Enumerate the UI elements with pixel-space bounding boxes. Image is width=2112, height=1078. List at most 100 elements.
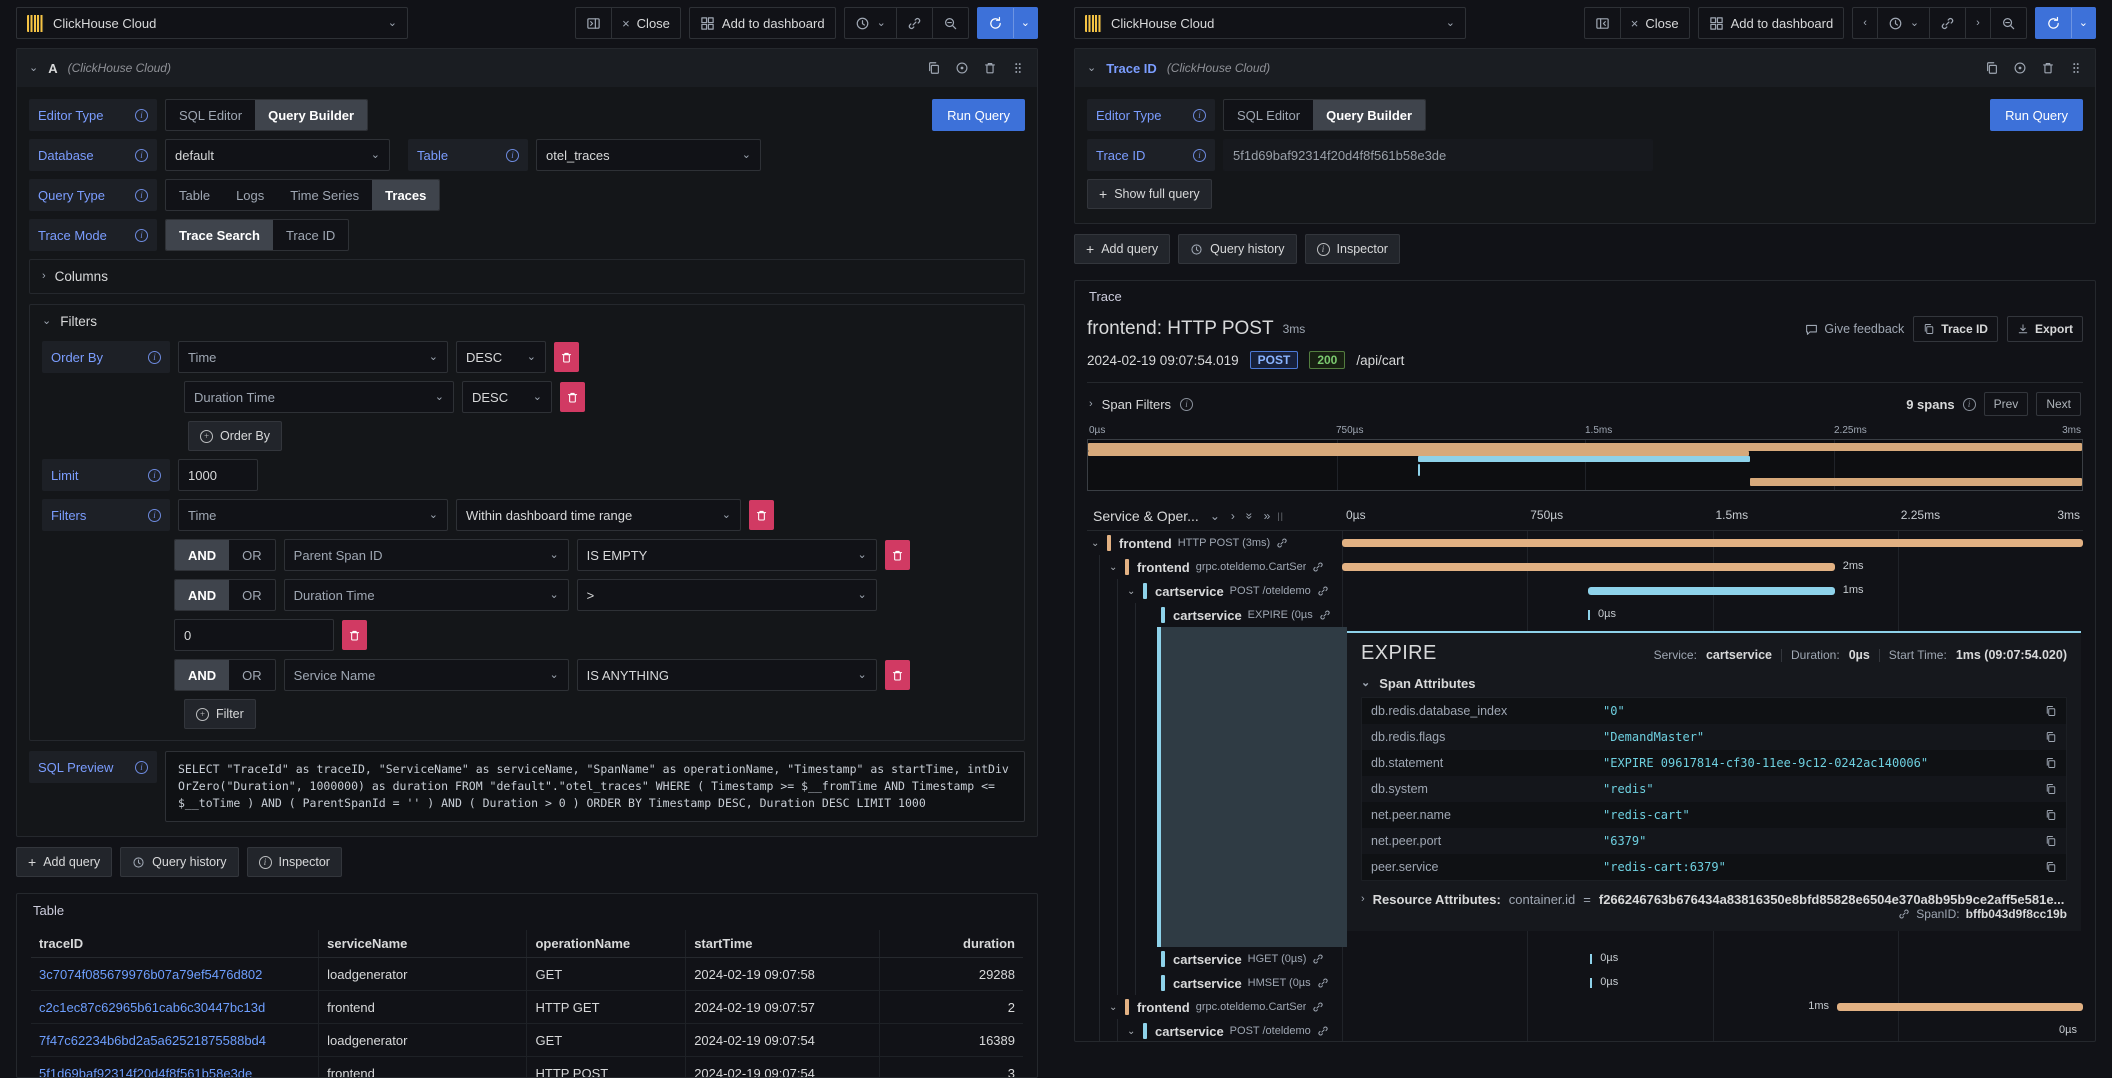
chevron-right-icon[interactable]: › bbox=[1231, 510, 1235, 522]
info-icon[interactable]: i bbox=[506, 149, 519, 162]
add-to-dashboard-button[interactable]: Add to dashboard bbox=[1699, 8, 1844, 38]
trace-link[interactable]: c2c1ec87c62965b61cab6c30447bc13d bbox=[31, 991, 319, 1024]
trace-link[interactable]: 7f47c62234b6bd2a5a62521875588bd4 bbox=[31, 1024, 319, 1057]
order-by-dir-select[interactable]: DESC⌄ bbox=[456, 341, 546, 373]
refresh-button[interactable] bbox=[978, 8, 1013, 38]
filter-op-select-1[interactable]: IS EMPTY⌄ bbox=[577, 539, 877, 571]
span-row[interactable]: ⌄frontendHTTP POST (3ms) bbox=[1087, 531, 2083, 555]
span-row[interactable]: ⌄cartservicePOST /oteldemo 1ms bbox=[1087, 579, 2083, 603]
trace-id-input[interactable]: 5f1d69baf92314f20d4f8f561b58e3de bbox=[1223, 139, 1653, 171]
info-icon[interactable]: i bbox=[1193, 109, 1206, 122]
col-operationname[interactable]: operationName bbox=[527, 930, 686, 958]
info-icon[interactable]: i bbox=[1180, 398, 1193, 411]
time-range-button[interactable]: ⌄ bbox=[845, 8, 896, 38]
filters-section-header[interactable]: ⌄Filters bbox=[42, 314, 1012, 329]
remove-order-by-button-2[interactable] bbox=[560, 382, 585, 412]
collapse-pane-button[interactable] bbox=[576, 8, 611, 38]
span-link-icon[interactable] bbox=[1276, 537, 1288, 549]
info-icon[interactable]: i bbox=[148, 469, 161, 482]
copy-icon[interactable] bbox=[2045, 861, 2057, 873]
resource-attributes-toggle[interactable]: › Resource Attributes: container.id = f2… bbox=[1361, 892, 2067, 907]
span-row[interactable]: ⌄frontendgrpc.oteldemo.CartSer 2ms bbox=[1087, 555, 2083, 579]
drag-handle-icon[interactable] bbox=[2069, 61, 2083, 75]
filter-time-op-select[interactable]: Within dashboard time range⌄ bbox=[456, 499, 741, 531]
datasource-picker[interactable]: ClickHouse Cloud ⌄ bbox=[1074, 7, 1466, 39]
query-type-logs[interactable]: Logs bbox=[223, 180, 277, 210]
order-by-field-select-2[interactable]: Duration Time⌄ bbox=[184, 381, 454, 413]
filter-op-select-3[interactable]: IS ANYTHING⌄ bbox=[577, 659, 877, 691]
trace-mode-search[interactable]: Trace Search bbox=[166, 220, 273, 250]
database-select[interactable]: default⌄ bbox=[165, 139, 390, 171]
col-servicename[interactable]: serviceName bbox=[319, 930, 527, 958]
span-row[interactable]: ⌄frontendgrpc.oteldemo.CartSer 1ms bbox=[1087, 995, 2083, 1019]
info-icon[interactable]: i bbox=[135, 189, 148, 202]
limit-input[interactable]: 1000 bbox=[178, 459, 258, 491]
columns-section[interactable]: ›Columns bbox=[29, 259, 1025, 294]
duplicate-query-icon[interactable] bbox=[927, 61, 941, 75]
disable-query-icon[interactable] bbox=[2013, 61, 2027, 75]
and-option[interactable]: AND bbox=[175, 580, 229, 610]
refresh-interval-button[interactable]: ⌄ bbox=[2071, 8, 2095, 38]
link-icon[interactable] bbox=[1898, 908, 1910, 920]
query-header[interactable]: ⌄ A (ClickHouse Cloud) bbox=[17, 49, 1037, 87]
trace-link[interactable]: 5f1d69baf92314f20d4f8f561b58e3de bbox=[31, 1057, 319, 1078]
column-resize-handle[interactable]: || bbox=[1277, 511, 1284, 521]
query-type-timeseries[interactable]: Time Series bbox=[277, 180, 372, 210]
prev-span-button[interactable]: Prev bbox=[1984, 392, 2029, 416]
copy-icon[interactable] bbox=[2045, 757, 2057, 769]
refresh-button[interactable] bbox=[2036, 8, 2071, 38]
run-query-button[interactable]: Run Query bbox=[1990, 99, 2083, 131]
order-by-field-select[interactable]: Time⌄ bbox=[178, 341, 448, 373]
drag-handle-icon[interactable] bbox=[1011, 61, 1025, 75]
and-option[interactable]: AND bbox=[175, 660, 229, 690]
add-query-button[interactable]: +Add query bbox=[1074, 234, 1170, 264]
datasource-picker[interactable]: ClickHouse Cloud ⌄ bbox=[16, 7, 408, 39]
give-feedback-link[interactable]: Give feedback bbox=[1805, 322, 1904, 336]
col-traceid[interactable]: traceID bbox=[31, 930, 319, 958]
remove-filter-button-3[interactable] bbox=[885, 660, 910, 690]
info-icon[interactable]: i bbox=[1963, 398, 1976, 411]
or-option[interactable]: OR bbox=[229, 580, 275, 610]
share-link-button[interactable] bbox=[1929, 8, 1965, 38]
or-option[interactable]: OR bbox=[229, 540, 275, 570]
filter-value-input[interactable]: 0 bbox=[174, 619, 334, 651]
remove-query-icon[interactable] bbox=[983, 61, 997, 75]
remove-filter-button-0[interactable] bbox=[749, 500, 774, 530]
time-shift-forward-button[interactable]: › bbox=[1965, 8, 1990, 38]
span-link-icon[interactable] bbox=[1317, 585, 1329, 597]
span-attributes-toggle[interactable]: ⌄Span Attributes bbox=[1361, 676, 2067, 691]
span-tick[interactable] bbox=[1590, 954, 1592, 964]
time-range-button[interactable]: ⌄ bbox=[1877, 8, 1929, 38]
export-button[interactable]: Export bbox=[2007, 316, 2083, 342]
filter-op-select-2[interactable]: >⌄ bbox=[577, 579, 877, 611]
span-bar[interactable] bbox=[1342, 539, 2083, 547]
span-link-icon[interactable] bbox=[1319, 609, 1331, 621]
share-link-button[interactable] bbox=[896, 8, 932, 38]
inspector-button[interactable]: iInspector bbox=[247, 847, 342, 877]
copy-trace-id-button[interactable]: Trace ID bbox=[1913, 316, 1998, 342]
span-row[interactable]: cartserviceHGET (0µs) 0µs bbox=[1087, 947, 2083, 971]
query-builder-tab[interactable]: Query Builder bbox=[255, 100, 367, 130]
query-history-button[interactable]: Query history bbox=[1178, 234, 1296, 264]
remove-order-by-button[interactable] bbox=[554, 342, 579, 372]
span-row-selected[interactable]: cartserviceEXPIRE (0µs 0µs bbox=[1087, 603, 2083, 627]
filter-time-field-select[interactable]: Time⌄ bbox=[178, 499, 448, 531]
close-button[interactable]: ×Close bbox=[1620, 8, 1689, 38]
chevron-down-icon[interactable]: ⌄ bbox=[1210, 510, 1220, 522]
next-span-button[interactable]: Next bbox=[2036, 392, 2081, 416]
copy-icon[interactable] bbox=[2045, 705, 2057, 717]
span-row[interactable]: ⌄cartservicePOST /oteldemo 0µs bbox=[1087, 1019, 2083, 1042]
add-order-by-button[interactable]: +Order By bbox=[188, 421, 282, 451]
order-by-dir-select-2[interactable]: DESC⌄ bbox=[462, 381, 552, 413]
copy-icon[interactable] bbox=[2045, 731, 2057, 743]
span-filters-toggle[interactable]: Span Filters bbox=[1102, 397, 1171, 412]
span-bar[interactable] bbox=[1837, 1003, 2083, 1011]
filter-field-select-1[interactable]: Parent Span ID⌄ bbox=[284, 539, 569, 571]
duplicate-query-icon[interactable] bbox=[1985, 61, 1999, 75]
info-icon[interactable]: i bbox=[135, 149, 148, 162]
span-link-icon[interactable] bbox=[1317, 977, 1329, 989]
trace-link[interactable]: 3c7074f085679976b07a79ef5476d802 bbox=[31, 958, 319, 991]
run-query-button[interactable]: Run Query bbox=[932, 99, 1025, 131]
show-full-query-button[interactable]: +Show full query bbox=[1087, 179, 1212, 209]
col-starttime[interactable]: startTime bbox=[686, 930, 879, 958]
